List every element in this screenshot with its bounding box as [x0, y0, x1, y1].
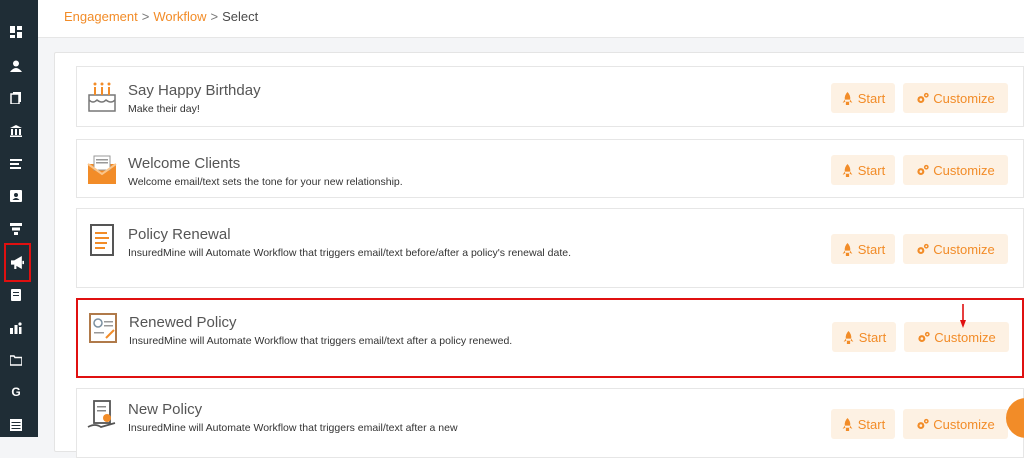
start-label: Start [858, 329, 887, 345]
workflow-card-renewed-policy: Renewed Policy InsuredMine will Automate… [76, 298, 1024, 378]
workflow-title: New Policy [128, 401, 203, 418]
start-button[interactable]: Start [831, 83, 895, 113]
customize-button[interactable]: Customize [903, 155, 1008, 185]
envelope-icon [85, 152, 119, 186]
document-icon [85, 223, 119, 257]
breadcrumb-workflow[interactable]: Workflow [153, 9, 206, 24]
topbar: Engagement > Workflow > Select [38, 0, 1024, 38]
workflow-title: Renewed Policy [129, 314, 237, 331]
customize-button[interactable]: Customize [904, 322, 1009, 352]
customize-button[interactable]: Customize [903, 83, 1008, 113]
workflow-title: Welcome Clients [128, 155, 241, 172]
folder-icon[interactable] [8, 352, 24, 368]
customize-label: Customize [933, 241, 995, 257]
start-label: Start [857, 162, 886, 178]
table-icon[interactable] [8, 417, 24, 433]
start-label: Start [857, 241, 886, 257]
breadcrumb-separator: > [141, 9, 150, 24]
rocket-icon [843, 330, 854, 344]
start-label: Start [857, 90, 886, 106]
workflow-description: InsuredMine will Automate Workflow that … [128, 247, 572, 259]
sidebar: G [0, 0, 38, 437]
dashboard-icon[interactable] [8, 24, 24, 40]
google-icon[interactable]: G [8, 384, 24, 400]
workflow-card-policy-renewal: Policy Renewal InsuredMine will Automate… [76, 208, 1024, 288]
rocket-icon [842, 163, 853, 177]
birthday-cake-icon [85, 79, 119, 113]
workflow-description: InsuredMine will Automate Workflow that … [128, 422, 458, 434]
breadcrumb-current: Select [222, 9, 259, 24]
documents-icon[interactable] [8, 90, 24, 106]
rocket-icon [842, 242, 853, 256]
sidebar-item-engagement-active[interactable] [4, 243, 31, 282]
customize-label: Customize [934, 329, 996, 345]
gears-icon [917, 243, 929, 254]
breadcrumb: Engagement > Workflow > Select [64, 9, 258, 24]
arrow-down-icon [960, 304, 966, 328]
rocket-icon [842, 91, 853, 105]
start-button[interactable]: Start [831, 155, 895, 185]
profile-card-icon[interactable] [8, 188, 24, 204]
gears-icon [917, 418, 929, 429]
gears-icon [917, 92, 929, 103]
certificate-icon [86, 310, 120, 344]
start-button[interactable]: Start [832, 322, 896, 352]
policy-hand-icon [85, 399, 119, 433]
start-button[interactable]: Start [831, 234, 895, 264]
workflow-title: Say Happy Birthday [128, 82, 261, 99]
workflow-card-welcome: Welcome Clients Welcome email/text sets … [76, 139, 1024, 198]
contacts-icon[interactable] [8, 58, 24, 74]
start-label: Start [857, 416, 886, 432]
workflow-description: Welcome email/text sets the tone for you… [128, 176, 403, 188]
people-icon[interactable] [8, 320, 24, 336]
workflow-description: Make their day! [128, 103, 200, 115]
gears-icon [918, 331, 930, 342]
workflow-card-birthday: Say Happy Birthday Make their day! Start… [76, 66, 1024, 127]
list-icon[interactable] [8, 156, 24, 172]
customize-label: Customize [933, 162, 995, 178]
megaphone-icon [11, 256, 24, 269]
gears-icon [917, 164, 929, 175]
file-icon[interactable] [8, 287, 24, 303]
filter-icon[interactable] [8, 221, 24, 237]
workflow-description: InsuredMine will Automate Workflow that … [129, 335, 513, 347]
customize-button[interactable]: Customize [903, 409, 1008, 439]
breadcrumb-separator: > [210, 9, 219, 24]
customize-button[interactable]: Customize [903, 234, 1008, 264]
customize-label: Customize [933, 90, 995, 106]
customize-label: Customize [933, 416, 995, 432]
bank-icon[interactable] [8, 123, 24, 139]
breadcrumb-engagement[interactable]: Engagement [64, 9, 138, 24]
workflow-title: Policy Renewal [128, 226, 231, 243]
workflow-card-new-policy: New Policy InsuredMine will Automate Wor… [76, 388, 1024, 458]
rocket-icon [842, 417, 853, 431]
start-button[interactable]: Start [831, 409, 895, 439]
